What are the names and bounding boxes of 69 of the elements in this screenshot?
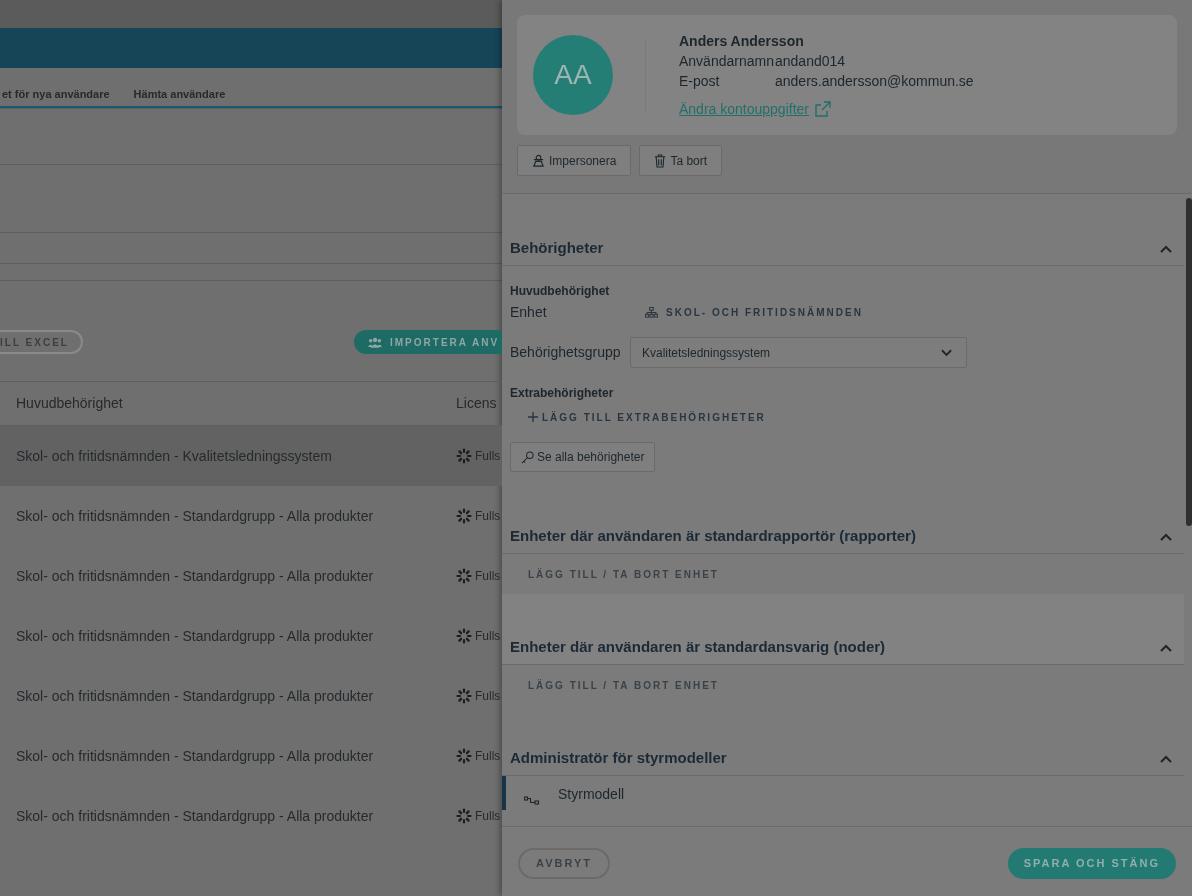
- column-header: Licens: [456, 394, 497, 413]
- avatar: AA: [533, 35, 613, 115]
- spinner-icon: [456, 748, 472, 764]
- table-cell-text: Fulls: [475, 568, 501, 585]
- field-label: E-post: [679, 71, 721, 91]
- table-cell-text: Fulls: [475, 808, 501, 825]
- table-row[interactable]: Skol- och fritidsnämnden - Standardgrupp - Alla produkter Fulls: [0, 786, 502, 846]
- scrollbar[interactable]: [1186, 198, 1192, 526]
- table-row[interactable]: Skol- och fritidsnämnden - Standardgrupp - Alla produkter Fulls: [0, 486, 502, 546]
- table-cell-text: Skol- och fritidsnämnden - Standardgrupp - Alla produkter: [16, 506, 374, 526]
- add-link[interactable]: LÄGG TILL EXTRABEHÖRIGHETER: [528, 408, 766, 426]
- field-label: Enhet: [510, 302, 548, 322]
- user-name: Anders Andersson: [679, 31, 805, 51]
- group-select[interactable]: Kvalitetsledningssystem: [630, 337, 967, 368]
- subheading: Huvudbehörighet: [510, 283, 611, 300]
- table-cell-text: Skol- och fritidsnämnden - Standardgrupp - Alla produkter: [16, 626, 374, 646]
- unit-value: SKOL- OCH FRITIDSNÄMNDEN: [666, 305, 863, 320]
- save-button[interactable]: SPARA OCH STÄNG: [1007, 847, 1176, 879]
- field-value: andand014: [775, 51, 846, 71]
- table-cell-text: Fulls: [475, 748, 501, 765]
- person-icon: [532, 154, 545, 167]
- table-cell-text: Skol- och fritidsnämnden - Kvalitetsledningssystem: [16, 446, 332, 466]
- section-title: Enheter där användaren är standardrapportör (rapporter): [510, 526, 916, 547]
- import-button[interactable]: IMPORTERA ANV: [354, 330, 502, 354]
- table-row[interactable]: Skol- och fritidsnämnden - Standardgrupp - Alla produkter Fulls: [0, 606, 502, 666]
- table-row[interactable]: Skol- och fritidsnämnden - Standardgrupp - Alla produkter Fulls: [0, 726, 502, 786]
- key-icon: [521, 450, 534, 464]
- table-cell-text: Skol- och fritidsnämnden - Standardgrupp - Alla produkter: [16, 746, 374, 766]
- plus-icon: [528, 412, 538, 422]
- table-cell-text: Fulls: [475, 628, 501, 645]
- table-cell-text: Fulls: [475, 508, 501, 525]
- table-cell-text: Skol- och fritidsnämnden - Standardgrupp - Alla produkter: [16, 686, 374, 706]
- spinner-icon: [456, 508, 472, 524]
- flow-icon: [524, 796, 540, 806]
- tab[interactable]: et för nya användare: [0, 85, 112, 103]
- hierarchy-icon: [645, 306, 658, 318]
- section-title: Administratör för styrmodeller: [510, 748, 727, 769]
- delete-button[interactable]: Ta bort: [639, 145, 723, 176]
- trash-icon: [654, 153, 667, 168]
- field-label: Behörighetsgrupp: [510, 343, 622, 362]
- model-item[interactable]: Styrmodell: [502, 776, 1184, 810]
- selected-row[interactable]: Skol- och fritidsnämnden - Kvalitetsledningssystem Fulls: [0, 426, 502, 486]
- section-title: Enheter där användaren är standardansvarig (noder): [510, 637, 886, 658]
- table-cell-text: Skol- och fritidsnämnden - Standardgrupp - Alla produkter: [16, 566, 374, 586]
- external-link-icon: [815, 101, 831, 117]
- unit-link[interactable]: LÄGG TILL / TA BORT ENHET: [528, 565, 719, 583]
- users-icon: [368, 336, 382, 348]
- table-cell-text: Skol- och fritidsnämnden - Standardgrupp - Alla produkter: [16, 806, 374, 826]
- unit-link[interactable]: LÄGG TILL / TA BORT ENHET: [528, 676, 719, 694]
- section-title: Behörigheter: [510, 238, 604, 259]
- field-label: Användarnamn: [679, 51, 775, 71]
- table-cell-text: Fulls: [475, 448, 501, 465]
- spinner-icon: [456, 808, 472, 824]
- table-row[interactable]: Skol- och fritidsnämnden - Standardgrupp - Alla produkter Fulls: [0, 546, 502, 606]
- spinner-icon: [456, 688, 472, 704]
- spinner-icon: [456, 628, 472, 644]
- subheading: Extrabehörigheter: [510, 385, 615, 402]
- tab[interactable]: Hämta användare: [131, 85, 228, 103]
- cancel-button[interactable]: AVBRYT: [518, 847, 610, 879]
- spinner-icon: [456, 448, 472, 464]
- chevron-down-icon: [941, 348, 952, 357]
- impersonate-button[interactable]: Impersonera: [517, 145, 632, 176]
- column-header: Huvudbehörighet: [16, 394, 123, 413]
- table-row[interactable]: Skol- och fritidsnämnden - Standardgrupp - Alla produkter Fulls: [0, 666, 502, 726]
- spinner-icon: [456, 568, 472, 584]
- account-link[interactable]: Ändra kontouppgifter: [679, 98, 974, 120]
- field-value: anders.andersson@kommun.se: [775, 71, 974, 91]
- table-cell-text: Fulls: [475, 688, 501, 705]
- view-permissions-button[interactable]: Se alla behörigheter: [510, 442, 656, 472]
